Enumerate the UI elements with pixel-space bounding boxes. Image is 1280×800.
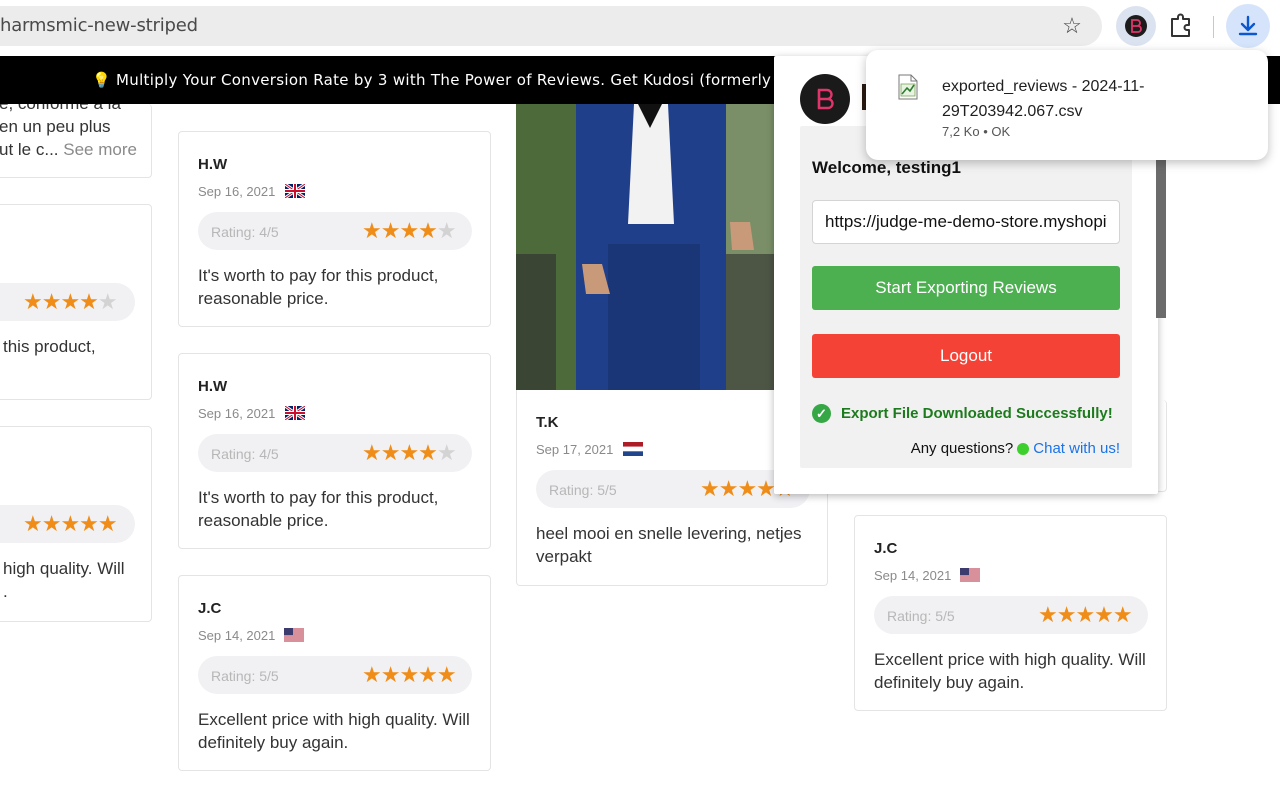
- csv-file-icon: [898, 74, 918, 100]
- download-meta: 7,2 Ko • OK: [942, 124, 1011, 139]
- review-card-partial: ★★★★★ high quality. Will .: [0, 426, 152, 622]
- download-button[interactable]: [1226, 4, 1270, 48]
- review-card: H.W Sep 16, 2021 Rating: 4/5 ★★★★★ It's …: [178, 353, 491, 549]
- online-dot-icon: [1017, 442, 1030, 455]
- welcome-text: Welcome, testing1: [812, 158, 961, 177]
- extension-logo-icon: [800, 74, 850, 124]
- download-bubble[interactable]: exported_reviews - 2024-11-29T203942.067…: [866, 50, 1268, 160]
- review-date: Sep 16, 2021: [198, 184, 276, 199]
- toolbar-separator: [1213, 16, 1214, 38]
- rating-stars: ★★★★★: [23, 511, 118, 536]
- review-text-line: é, conforme à la: [0, 104, 151, 115]
- puzzle-icon[interactable]: [1166, 10, 1196, 40]
- uk-flag-icon: [285, 406, 305, 420]
- logout-button[interactable]: Logout: [812, 334, 1120, 378]
- rating-label: Rating: 4/5: [211, 446, 279, 462]
- extension-logo-icon: [1125, 15, 1147, 37]
- review-author: H.W: [198, 378, 228, 395]
- rating-stars: ★★★★★: [362, 440, 457, 465]
- product-photo: [516, 104, 774, 392]
- review-text: Excellent price with high quality. Will …: [198, 710, 470, 752]
- review-author: T.K: [536, 414, 559, 431]
- review-card-partial: ★★★★★ this product,: [0, 204, 152, 400]
- us-flag-icon: [960, 568, 980, 582]
- download-icon: [1238, 15, 1258, 36]
- rating-pill: ★★★★★: [0, 505, 135, 543]
- review-date: Sep 17, 2021: [536, 442, 614, 457]
- review-card: H.W Sep 16, 2021 Rating: 4/5 ★★★★★ It's …: [178, 131, 491, 327]
- uk-flag-icon: [285, 184, 305, 198]
- check-circle-icon: ✓: [812, 404, 831, 423]
- review-text: It's worth to pay for this product, reas…: [198, 488, 439, 530]
- extension-button[interactable]: [1116, 6, 1156, 46]
- download-filename[interactable]: exported_reviews - 2024-11-29T203942.067…: [942, 74, 1252, 124]
- review-card: J.C Sep 14, 2021 Rating: 5/5 ★★★★★ Excel…: [178, 575, 491, 771]
- review-text: Excellent price with high quality. Will …: [874, 650, 1146, 692]
- rating-stars: ★★★★★: [1038, 602, 1133, 627]
- success-text: Export File Downloaded Successfully!: [841, 405, 1113, 422]
- rating-label: Rating: 4/5: [211, 224, 279, 240]
- rating-pill: Rating: 4/5 ★★★★★: [198, 212, 472, 250]
- rating-pill: Rating: 5/5 ★★★★★: [198, 656, 472, 694]
- review-author: J.C: [198, 600, 222, 617]
- rating-stars: ★★★★★: [362, 218, 457, 243]
- rating-pill: ★★★★★: [0, 283, 135, 321]
- rating-label: Rating: 5/5: [887, 608, 955, 624]
- review-date: Sep 14, 2021: [874, 568, 952, 583]
- review-author: H.W: [198, 156, 228, 173]
- rating-pill: Rating: 5/5 ★★★★★: [874, 596, 1148, 634]
- review-date: Sep 14, 2021: [198, 628, 276, 643]
- bookmark-star-icon[interactable]: ☆: [1058, 12, 1086, 40]
- us-flag-icon: [284, 628, 304, 642]
- rating-stars: ★★★★★: [362, 662, 457, 687]
- nl-flag-icon: [623, 442, 643, 456]
- review-card-partial: é, conforme à la en un peu plus ut le c.…: [0, 104, 152, 178]
- see-more-link[interactable]: See more: [63, 140, 137, 159]
- questions-text: Any questions?: [910, 440, 1014, 457]
- url-text[interactable]: harmsmic-new-striped: [0, 15, 198, 36]
- review-author: J.C: [874, 540, 898, 557]
- start-exporting-button[interactable]: Start Exporting Reviews: [812, 266, 1120, 310]
- review-text: high quality. Will .: [3, 559, 125, 601]
- rating-pill: Rating: 4/5 ★★★★★: [198, 434, 472, 472]
- review-text: this product,: [3, 337, 96, 356]
- announcement-text: 💡 Multiply Your Conversion Rate by 3 wit…: [92, 71, 772, 89]
- review-text-line: en un peu plus: [0, 117, 111, 136]
- rating-pill: Rating: 5/5 ★★★★★: [536, 470, 810, 508]
- review-text: heel mooi en snelle levering, netjes ver…: [536, 524, 802, 566]
- browser-toolbar: harmsmic-new-striped ☆: [0, 0, 1280, 56]
- review-card: J.C Sep 14, 2021 Rating: 5/5 ★★★★★ Excel…: [854, 515, 1167, 711]
- rating-stars: ★★★★★: [23, 289, 118, 314]
- store-url-input[interactable]: [812, 200, 1120, 244]
- review-text-line: ut le c... See more: [0, 140, 137, 159]
- rating-label: Rating: 5/5: [211, 668, 279, 684]
- popup-panel: Welcome, testing1 Start Exporting Review…: [800, 126, 1132, 468]
- rating-label: Rating: 5/5: [549, 482, 617, 498]
- review-text: It's worth to pay for this product, reas…: [198, 266, 439, 308]
- success-message: ✓ Export File Downloaded Successfully!: [812, 404, 1113, 423]
- review-date: Sep 16, 2021: [198, 406, 276, 421]
- chat-link[interactable]: Chat with us!: [1033, 440, 1120, 457]
- support-line: Any questions? Chat with us!: [911, 440, 1120, 457]
